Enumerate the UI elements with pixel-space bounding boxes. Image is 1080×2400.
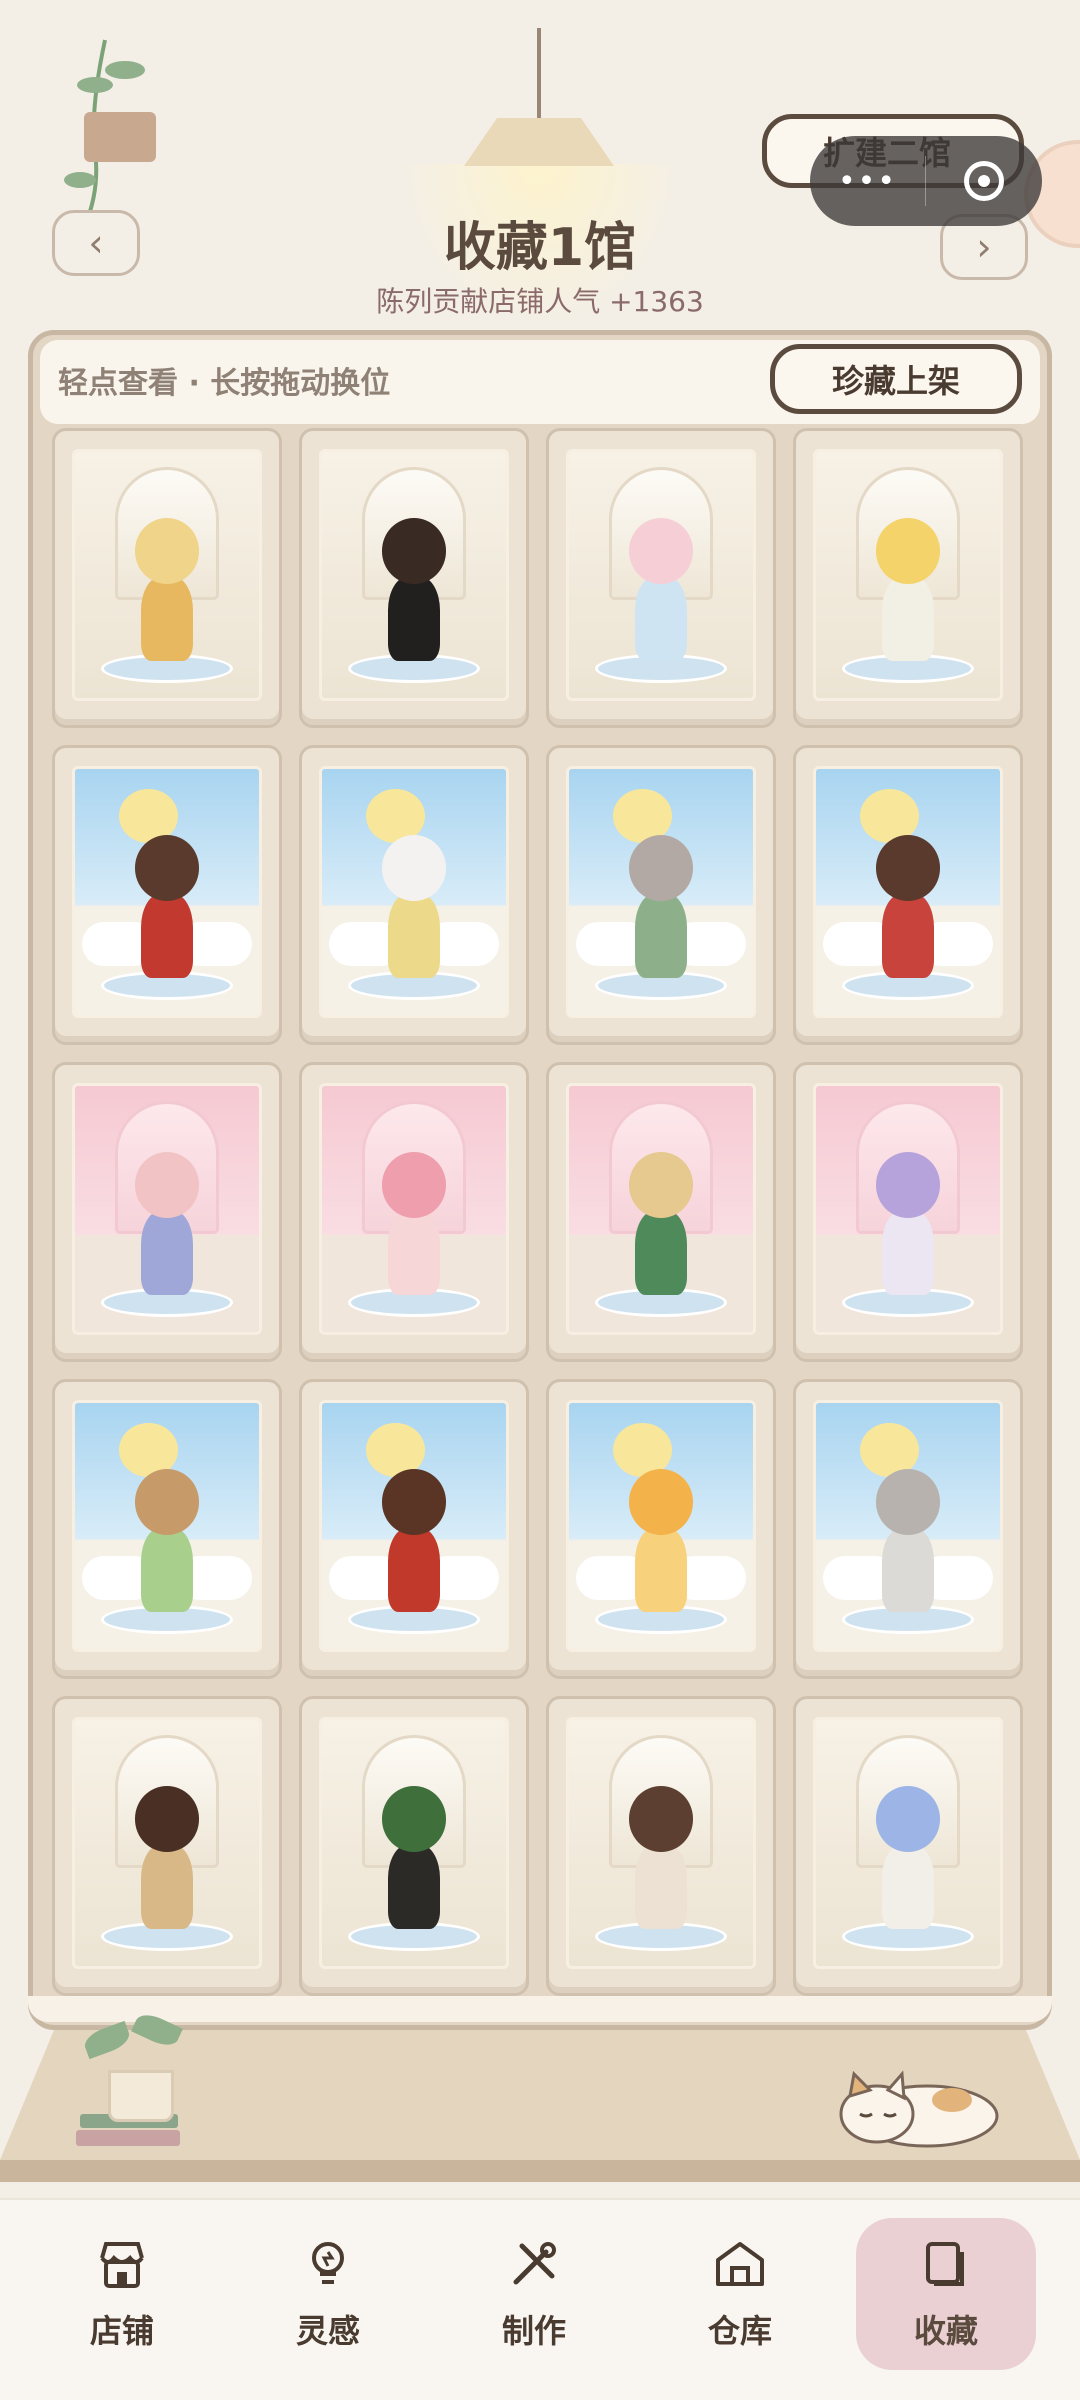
figurine <box>615 1786 707 1930</box>
figure-card-little-deer[interactable] <box>72 1400 262 1652</box>
collection-slot[interactable] <box>546 1062 776 1362</box>
figure-card-monstera-kid[interactable] <box>319 1717 509 1969</box>
figurine <box>368 1786 460 1930</box>
figure-card-picnic-boy[interactable] <box>72 1717 262 1969</box>
collection-slot[interactable] <box>299 1062 529 1362</box>
collection-slot[interactable] <box>299 1696 529 1996</box>
chevron-left-icon: ‹ <box>88 221 104 265</box>
collection-slot[interactable] <box>546 1379 776 1679</box>
prev-hall-button[interactable]: ‹ <box>52 210 140 276</box>
figurine <box>615 1469 707 1613</box>
target-circle-icon <box>963 161 1004 201</box>
figure-card-purple-sleep-girl[interactable] <box>813 1083 1003 1335</box>
collection-slot[interactable] <box>546 428 776 728</box>
collection-slot[interactable] <box>299 1379 529 1679</box>
figure-card-blue-hair-girl[interactable] <box>813 1717 1003 1969</box>
more-menu-icon[interactable]: ••• <box>810 164 925 199</box>
figurine <box>615 835 707 979</box>
figure-card-reading-girl[interactable] <box>566 1717 756 1969</box>
collection-slot[interactable] <box>546 1696 776 1996</box>
figure-card-glasses-girl[interactable] <box>566 1083 756 1335</box>
nav-tab-tools[interactable]: 制作 <box>444 2218 624 2370</box>
collection-slot[interactable] <box>299 428 529 728</box>
figure-card-pink-hair-girl[interactable] <box>566 449 756 701</box>
collection-slot[interactable] <box>793 1062 1023 1362</box>
nav-label: 收藏 <box>913 2312 978 2350</box>
figure-card-cat-straw-hat[interactable] <box>566 766 756 1018</box>
miniprogram-capsule: ••• <box>810 136 1042 226</box>
nav-label: 制作 <box>501 2312 566 2350</box>
figurine <box>862 1786 954 1930</box>
close-miniprogram-button[interactable] <box>926 161 1041 201</box>
display-treasure-button[interactable]: 珍藏上架 <box>770 344 1022 414</box>
figurine <box>615 518 707 662</box>
chevron-right-icon: › <box>976 225 992 269</box>
shop-icon <box>94 2236 150 2296</box>
ceiling-lamp-icon <box>464 118 614 166</box>
figurine <box>368 1469 460 1613</box>
figurine <box>862 1152 954 1296</box>
collection-slot[interactable] <box>793 1379 1023 1679</box>
figure-card-red-dress-girl[interactable] <box>72 766 262 1018</box>
collection-slot[interactable] <box>793 745 1023 1045</box>
figurine <box>121 1152 213 1296</box>
warehouse-icon <box>712 2236 768 2296</box>
figure-card-strawberry-girl[interactable] <box>319 1083 509 1335</box>
figurine <box>368 518 460 662</box>
figure-card-bunny-moon[interactable] <box>319 766 509 1018</box>
tools-icon <box>506 2236 562 2296</box>
figurine <box>862 518 954 662</box>
floor-edge <box>0 2160 1080 2182</box>
figurine <box>121 835 213 979</box>
cabinet-ledge <box>28 1996 1052 2022</box>
figurine <box>862 835 954 979</box>
collection-slot[interactable] <box>52 1379 282 1679</box>
collection-slot[interactable] <box>52 428 282 728</box>
figure-card-sunflower-girl[interactable] <box>813 449 1003 701</box>
figurine <box>368 835 460 979</box>
nav-tab-shop[interactable]: 店铺 <box>32 2218 212 2370</box>
tip-text: 轻点查看 · 长按拖动换位 <box>58 366 391 401</box>
figurine <box>368 1152 460 1296</box>
nav-label: 灵感 <box>295 2312 360 2350</box>
figure-card-cola-boy[interactable] <box>319 1400 509 1652</box>
figure-card-golden-sun-girl[interactable] <box>72 449 262 701</box>
lightbulb-icon <box>300 2236 356 2296</box>
figurine <box>121 1469 213 1613</box>
collection-icon <box>918 2236 974 2296</box>
figurine <box>121 518 213 662</box>
nav-label: 仓库 <box>707 2312 772 2350</box>
figure-card-pilot-girl[interactable] <box>72 1083 262 1335</box>
collection-slot[interactable] <box>299 745 529 1045</box>
collection-slot[interactable] <box>793 1696 1023 1996</box>
collection-slot[interactable] <box>52 1062 282 1362</box>
collection-slot[interactable] <box>52 745 282 1045</box>
nav-tab-collection[interactable]: 收藏 <box>856 2218 1036 2370</box>
wall-frame-decoration <box>84 112 156 162</box>
figure-card-ribbon-girl[interactable] <box>813 766 1003 1018</box>
collection-grid <box>52 428 1028 1996</box>
figure-card-fluffy-lion[interactable] <box>566 1400 756 1652</box>
nav-tab-lightbulb[interactable]: 灵感 <box>238 2218 418 2370</box>
sleeping-cat-icon <box>839 2070 999 2148</box>
hall-popularity: 陈列贡献店铺人气 +1363 <box>376 285 704 318</box>
collection-slot[interactable] <box>52 1696 282 1996</box>
lamp-cord <box>537 28 541 120</box>
nav-label: 店铺 <box>89 2312 154 2350</box>
collection-slot[interactable] <box>793 428 1023 728</box>
figure-card-grey-hood-girl[interactable] <box>813 1400 1003 1652</box>
figurine <box>615 1152 707 1296</box>
potted-plant-icon <box>108 2070 174 2122</box>
collection-slot[interactable] <box>546 745 776 1045</box>
figurine <box>862 1469 954 1613</box>
figure-card-witch-girl-lantern[interactable] <box>319 449 509 701</box>
figurine <box>121 1786 213 1930</box>
nav-tab-warehouse[interactable]: 仓库 <box>650 2218 830 2370</box>
